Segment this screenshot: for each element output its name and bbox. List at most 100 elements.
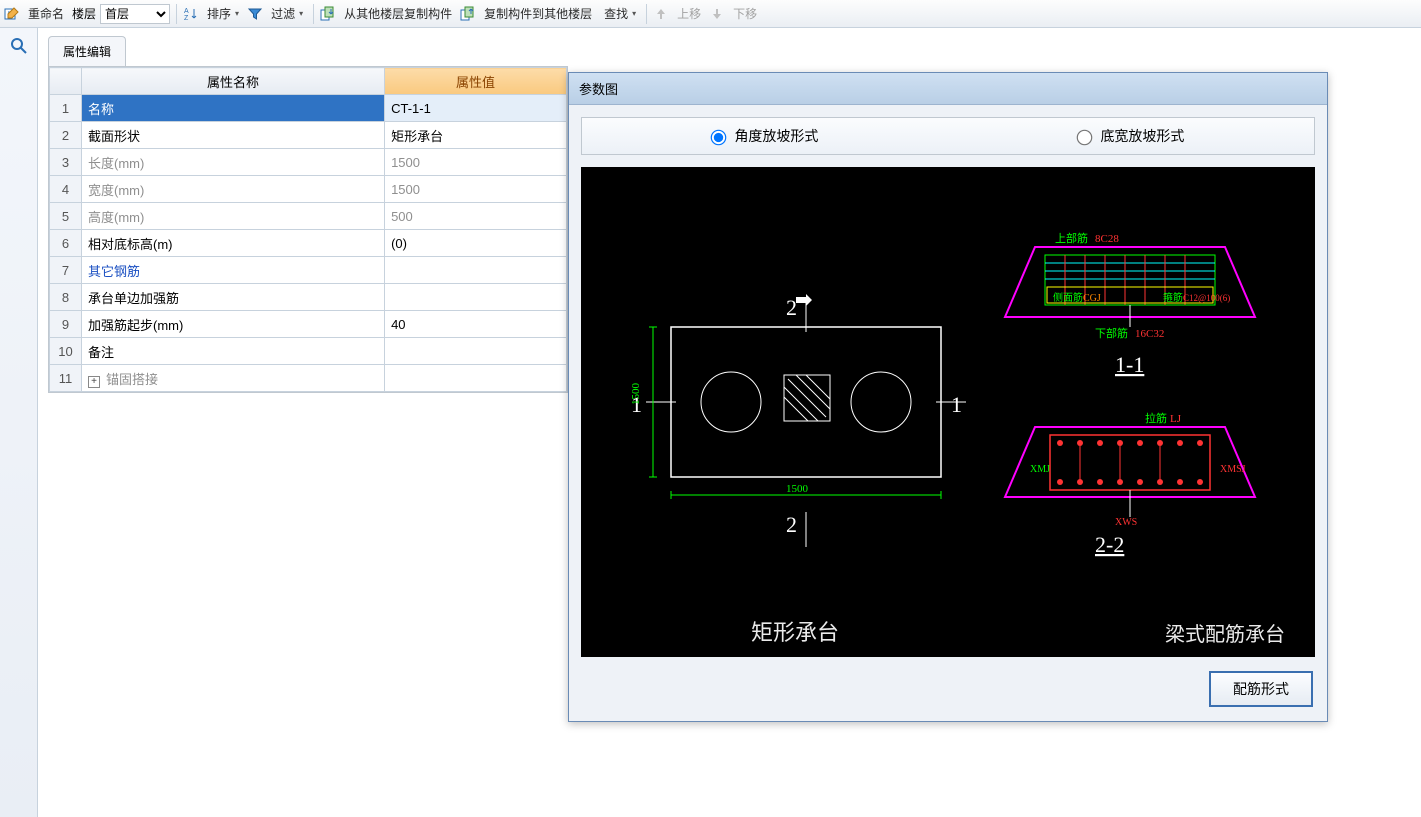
table-row[interactable]: 10备注 bbox=[50, 338, 567, 365]
floor-label: 楼层 bbox=[72, 5, 96, 22]
radio-angle-slope[interactable]: 角度放坡形式 bbox=[582, 118, 948, 154]
panel-tab-properties[interactable]: 属性编辑 bbox=[48, 36, 126, 66]
property-value-cell[interactable] bbox=[385, 338, 567, 365]
radio-angle-input[interactable] bbox=[710, 129, 726, 145]
property-grid: 属性名称 属性值 1名称CT-1-12截面形状矩形承台3长度(mm)15004宽… bbox=[48, 66, 568, 393]
svg-text:箍筋: 箍筋 bbox=[1163, 291, 1183, 304]
row-number: 6 bbox=[50, 230, 82, 257]
radio-width-slope[interactable]: 底宽放坡形式 bbox=[948, 118, 1314, 154]
svg-text:拉筋: 拉筋 bbox=[1145, 411, 1167, 425]
table-row[interactable]: 9加强筋起步(mm)40 bbox=[50, 311, 567, 338]
floor-select[interactable]: 首层 bbox=[100, 4, 170, 24]
table-row[interactable]: 4宽度(mm)1500 bbox=[50, 176, 567, 203]
table-row[interactable]: 2截面形状矩形承台 bbox=[50, 122, 567, 149]
svg-text:侧面筋: 侧面筋 bbox=[1053, 291, 1083, 304]
row-number: 3 bbox=[50, 149, 82, 176]
move-down-button[interactable]: 下移 bbox=[729, 3, 761, 24]
copy-from-button[interactable]: 从其他楼层复制构件 bbox=[340, 3, 456, 24]
table-row[interactable]: 3长度(mm)1500 bbox=[50, 149, 567, 176]
col-name: 属性名称 bbox=[82, 68, 385, 95]
move-up-button[interactable]: 上移 bbox=[673, 3, 705, 24]
move-up-icon bbox=[653, 6, 669, 22]
section-1-1-svg: 上部筋 8C28 侧面筋 CGJ 箍筋 C12@100(6) 下部筋 16C32… bbox=[975, 197, 1305, 387]
property-name-cell: 承台单边加强筋 bbox=[82, 284, 385, 311]
property-value-cell[interactable]: 1500 bbox=[385, 176, 567, 203]
svg-text:A: A bbox=[184, 8, 189, 15]
svg-text:1: 1 bbox=[951, 392, 962, 417]
main-toolbar: 重命名 楼层 首层 AZ 排序▾ 过滤▾ 从其他楼层复制构件 复制构件到其他楼层… bbox=[0, 0, 1421, 28]
radio-width-input[interactable] bbox=[1076, 129, 1092, 145]
table-row[interactable]: 7其它钢筋 bbox=[50, 257, 567, 284]
col-value: 属性值 bbox=[385, 68, 567, 95]
property-value-cell[interactable]: 1500 bbox=[385, 149, 567, 176]
property-value-cell[interactable]: (0) bbox=[385, 230, 567, 257]
slope-radio-group: 角度放坡形式 底宽放坡形式 bbox=[581, 117, 1315, 155]
expand-icon[interactable]: + bbox=[88, 376, 100, 388]
copy-from-icon bbox=[320, 6, 336, 22]
parameter-diagram-window: 参数图 角度放坡形式 底宽放坡形式 2 bbox=[568, 72, 1328, 722]
copy-to-icon bbox=[460, 6, 476, 22]
property-name-cell: 相对底标高(m) bbox=[82, 230, 385, 257]
svg-text:CGJ: CGJ bbox=[1083, 293, 1101, 304]
svg-text:XMJ: XMJ bbox=[1030, 464, 1050, 475]
row-number: 9 bbox=[50, 311, 82, 338]
row-number: 7 bbox=[50, 257, 82, 284]
svg-text:1-1: 1-1 bbox=[1115, 352, 1144, 377]
move-down-icon bbox=[709, 6, 725, 22]
search-icon[interactable] bbox=[9, 36, 29, 56]
plan-view-svg: 2 2 1 1 1500 1500 bbox=[591, 197, 981, 627]
property-value-cell[interactable]: 矩形承台 bbox=[385, 122, 567, 149]
svg-text:16C32: 16C32 bbox=[1135, 328, 1164, 340]
sort-icon: AZ bbox=[183, 6, 199, 22]
section-2-2-svg: 拉筋 LJ XMJ XMSJ XWS 2-2 bbox=[975, 377, 1305, 567]
svg-text:上部筋: 上部筋 bbox=[1055, 231, 1088, 245]
row-number: 4 bbox=[50, 176, 82, 203]
filter-icon bbox=[247, 6, 263, 22]
property-value-cell[interactable]: 500 bbox=[385, 203, 567, 230]
sort-button[interactable]: 排序▾ bbox=[203, 3, 243, 24]
svg-text:Z: Z bbox=[184, 15, 189, 22]
property-name-cell: 高度(mm) bbox=[82, 203, 385, 230]
property-value-cell[interactable]: CT-1-1 bbox=[385, 95, 567, 122]
property-name-cell: 长度(mm) bbox=[82, 149, 385, 176]
property-value-cell[interactable] bbox=[385, 284, 567, 311]
plan-caption: 矩形承台 bbox=[751, 615, 839, 647]
table-row[interactable]: 1名称CT-1-1 bbox=[50, 95, 567, 122]
property-value-cell[interactable] bbox=[385, 257, 567, 284]
property-value-cell[interactable] bbox=[385, 365, 567, 392]
svg-text:2: 2 bbox=[786, 512, 797, 537]
svg-text:1500: 1500 bbox=[630, 383, 642, 406]
property-name-cell: 加强筋起步(mm) bbox=[82, 311, 385, 338]
filter-button[interactable]: 过滤▾ bbox=[267, 3, 307, 24]
svg-text:C12@100(6): C12@100(6) bbox=[1183, 293, 1230, 303]
property-name-cell: +锚固搭接 bbox=[82, 365, 385, 392]
svg-text:LJ: LJ bbox=[1170, 413, 1182, 425]
svg-text:2-2: 2-2 bbox=[1095, 532, 1124, 557]
parameter-diagram-title: 参数图 bbox=[569, 73, 1327, 105]
svg-text:XWS: XWS bbox=[1115, 517, 1137, 528]
row-number: 1 bbox=[50, 95, 82, 122]
row-number: 8 bbox=[50, 284, 82, 311]
find-button[interactable]: 查找▾ bbox=[600, 3, 640, 24]
left-tool-strip bbox=[0, 28, 38, 817]
rename-button[interactable]: 重命名 bbox=[24, 3, 68, 24]
table-row[interactable]: 6相对底标高(m)(0) bbox=[50, 230, 567, 257]
rebar-form-button[interactable]: 配筋形式 bbox=[1209, 671, 1313, 707]
rename-icon bbox=[4, 6, 20, 22]
svg-text:8C28: 8C28 bbox=[1095, 233, 1119, 245]
copy-to-button[interactable]: 复制构件到其他楼层 bbox=[480, 3, 596, 24]
table-row[interactable]: 5高度(mm)500 bbox=[50, 203, 567, 230]
property-value-cell[interactable]: 40 bbox=[385, 311, 567, 338]
property-name-cell: 截面形状 bbox=[82, 122, 385, 149]
property-name-cell: 备注 bbox=[82, 338, 385, 365]
row-number: 2 bbox=[50, 122, 82, 149]
table-row[interactable]: 11+锚固搭接 bbox=[50, 365, 567, 392]
property-name-cell: 名称 bbox=[82, 95, 385, 122]
table-row[interactable]: 8承台单边加强筋 bbox=[50, 284, 567, 311]
svg-text:2: 2 bbox=[786, 295, 797, 320]
property-name-cell: 宽度(mm) bbox=[82, 176, 385, 203]
col-rownum bbox=[50, 68, 82, 95]
property-name-cell: 其它钢筋 bbox=[82, 257, 385, 284]
beam-caption: 梁式配筋承台 bbox=[1165, 618, 1285, 647]
diagram-canvas: 2 2 1 1 1500 1500 bbox=[581, 167, 1315, 657]
